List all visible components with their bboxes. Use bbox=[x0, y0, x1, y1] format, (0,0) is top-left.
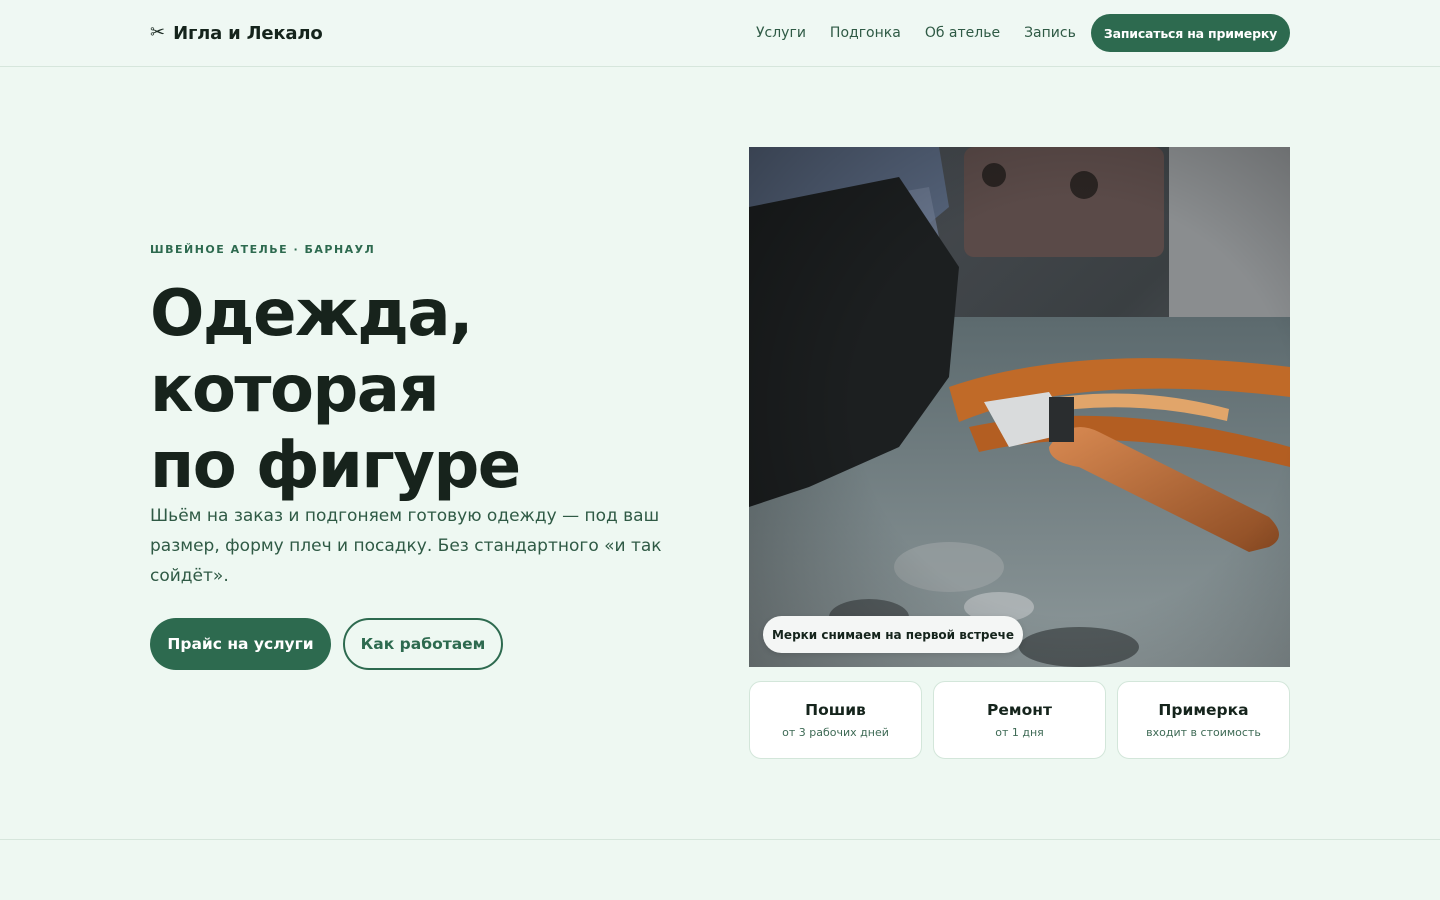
service-cards: Пошив от 3 рабочих дней Ремонт от 1 дня … bbox=[749, 681, 1290, 759]
nav-link-booking[interactable]: Запись bbox=[1024, 22, 1076, 44]
hero-description: Шьём на заказ и подгоняем готовую одежду… bbox=[150, 506, 662, 586]
card-title: Ремонт bbox=[987, 701, 1052, 719]
card-title: Пошив bbox=[805, 701, 866, 719]
nav-link-about[interactable]: Об ателье bbox=[925, 22, 1000, 44]
brand-name: Игла и Лекало bbox=[173, 22, 323, 44]
logo[interactable]: ✂ Игла и Лекало bbox=[150, 20, 323, 46]
book-fitting-button[interactable]: Записаться на примерку bbox=[1091, 14, 1290, 52]
hero-photo bbox=[749, 147, 1290, 667]
service-card-fitting[interactable]: Примерка входит в стоимость bbox=[1117, 681, 1290, 759]
main-nav: Услуги Подгонка Об ателье Запись bbox=[745, 22, 1100, 44]
hero-title-line: по фигуре bbox=[150, 429, 521, 503]
site-header: ✂ Игла и Лекало Услуги Подгонка Об атель… bbox=[0, 0, 1440, 67]
scissors-icon: ✂ bbox=[150, 22, 166, 43]
hero-title: Одежда, которая по фигуре bbox=[150, 276, 690, 504]
service-card-tailoring[interactable]: Пошив от 3 рабочих дней bbox=[749, 681, 922, 759]
card-subtitle: от 1 дня bbox=[995, 726, 1044, 739]
hero-title-line: которая bbox=[150, 353, 440, 427]
card-subtitle: от 3 рабочих дней bbox=[782, 726, 889, 739]
service-card-repair[interactable]: Ремонт от 1 дня bbox=[933, 681, 1106, 759]
hero-title-line: Одежда, bbox=[150, 277, 473, 351]
nav-link-fitting[interactable]: Подгонка bbox=[830, 22, 901, 44]
how-we-work-button[interactable]: Как работаем bbox=[343, 618, 503, 670]
card-subtitle: входит в стоимость bbox=[1146, 726, 1261, 739]
photo-badge: Мерки снимаем на первой встрече bbox=[763, 616, 1023, 653]
section-divider bbox=[0, 839, 1440, 840]
card-title: Примерка bbox=[1158, 701, 1249, 719]
hero-eyebrow: ШВЕЙНОЕ АТЕЛЬЕ · БАРНАУЛ bbox=[150, 243, 376, 256]
price-list-button[interactable]: Прайс на услуги bbox=[150, 618, 331, 670]
nav-link-services[interactable]: Услуги bbox=[756, 22, 806, 44]
